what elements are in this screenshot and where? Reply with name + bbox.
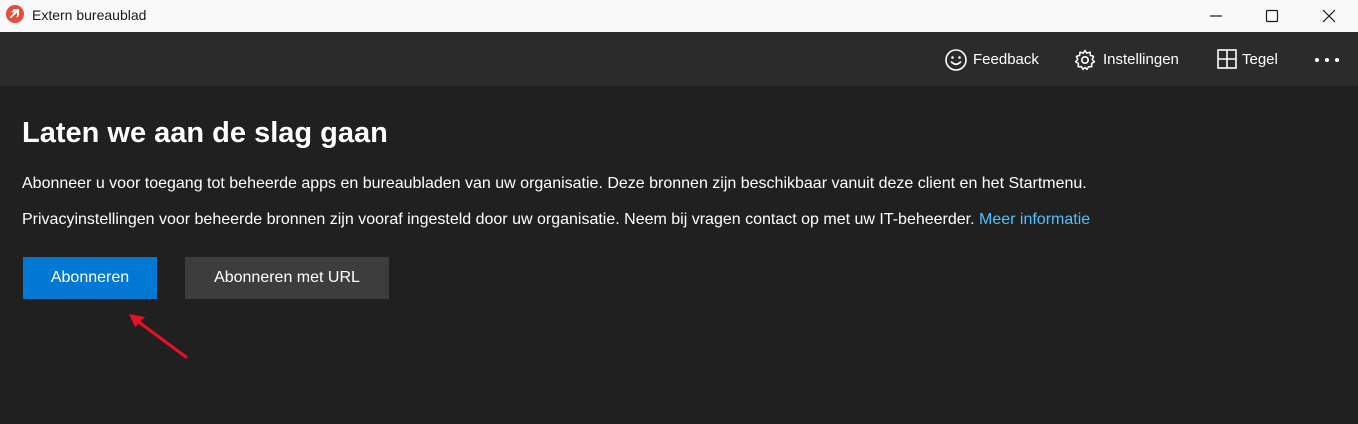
settings-button[interactable]: Instellingen bbox=[1073, 46, 1185, 74]
smiley-icon bbox=[945, 49, 967, 71]
privacy-text: Privacyinstellingen voor beheerde bronne… bbox=[22, 211, 975, 228]
subscribe-button[interactable]: Abonneren bbox=[23, 257, 157, 299]
tile-grid-icon bbox=[1217, 49, 1237, 69]
subscribe-with-url-button[interactable]: Abonneren met URL bbox=[185, 257, 389, 299]
more-info-link[interactable]: Meer informatie bbox=[979, 211, 1090, 228]
window-title: Extern bureaublad bbox=[32, 7, 147, 23]
maximize-icon bbox=[1265, 9, 1279, 23]
main-content: Laten we aan de slag gaan Abonneer u voo… bbox=[0, 86, 1358, 424]
intro-paragraph: Abonneer u voor toegang tot beheerde app… bbox=[22, 175, 1087, 192]
close-icon bbox=[1322, 9, 1336, 23]
feedback-button[interactable]: Feedback bbox=[944, 46, 1040, 74]
more-options-button[interactable] bbox=[1312, 46, 1344, 74]
page-title: Laten we aan de slag gaan bbox=[22, 117, 388, 149]
gear-icon bbox=[1074, 49, 1096, 71]
close-button[interactable] bbox=[1301, 0, 1357, 32]
title-bar: Extern bureaublad bbox=[0, 0, 1358, 32]
privacy-paragraph: Privacyinstellingen voor beheerde bronne… bbox=[22, 211, 1090, 229]
more-icon bbox=[1315, 58, 1339, 62]
app-window: Extern bureaublad Feedback Instellingen … bbox=[0, 0, 1358, 424]
toolbar: Feedback Instellingen Tegel bbox=[0, 32, 1358, 86]
tile-label: Tegel bbox=[1242, 51, 1278, 68]
tile-view-button[interactable]: Tegel bbox=[1216, 46, 1282, 74]
minimize-icon bbox=[1210, 15, 1222, 17]
minimize-button[interactable] bbox=[1188, 0, 1244, 32]
remote-desktop-icon bbox=[6, 5, 24, 23]
maximize-button[interactable] bbox=[1244, 0, 1300, 32]
feedback-label: Feedback bbox=[973, 51, 1039, 68]
settings-label: Instellingen bbox=[1103, 51, 1179, 68]
annotation-arrow-icon bbox=[129, 314, 188, 359]
